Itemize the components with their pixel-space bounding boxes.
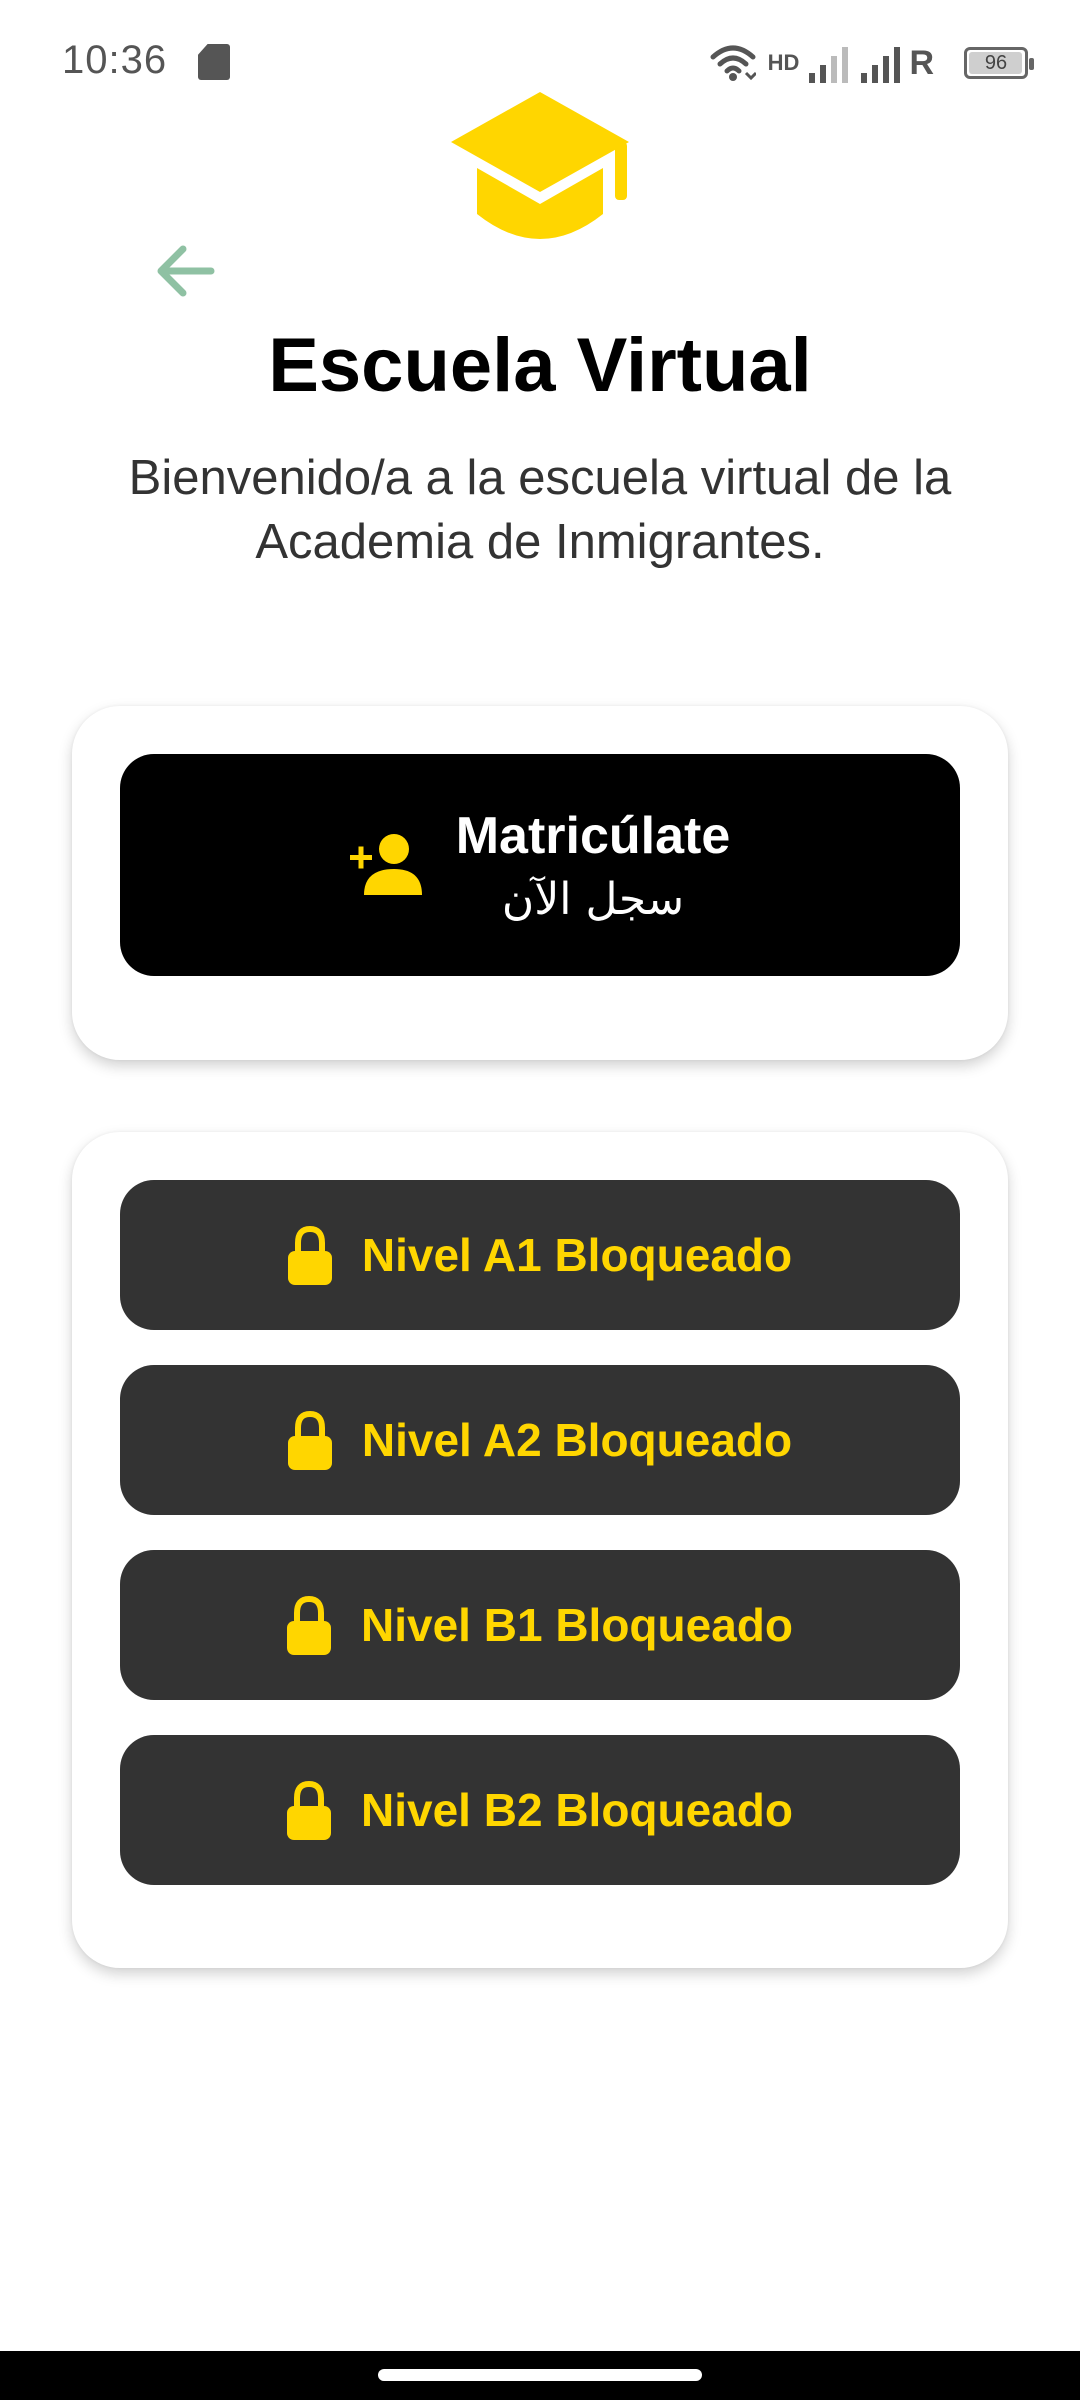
level-label: Nivel A1 Bloqueado bbox=[361, 1229, 793, 1281]
sd-card-icon bbox=[198, 44, 230, 80]
enroll-button[interactable]: Matricúlate سجل الآن bbox=[120, 754, 960, 976]
level-label: Nivel A2 Bloqueado bbox=[361, 1414, 793, 1466]
lock-icon bbox=[287, 1780, 332, 1840]
enroll-sublabel: سجل الآن bbox=[501, 873, 685, 925]
signal-icon-2 bbox=[861, 47, 901, 83]
navigation-bar bbox=[0, 2351, 1080, 2400]
signal-icon bbox=[809, 47, 849, 83]
home-indicator[interactable] bbox=[378, 2369, 702, 2381]
page-subtitle: Bienvenido/a a la escuela virtual de la … bbox=[128, 451, 952, 569]
levels-card: Nivel A1 Bloqueado Nivel A2 Bloqueado Ni… bbox=[72, 1132, 1008, 1968]
level-b2-button[interactable]: Nivel B2 Bloqueado bbox=[120, 1735, 960, 1885]
level-a2-button[interactable]: Nivel A2 Bloqueado bbox=[120, 1365, 960, 1515]
lock-icon bbox=[287, 1225, 332, 1285]
level-b1-button[interactable]: Nivel B1 Bloqueado bbox=[120, 1550, 960, 1700]
status-time: 10:36 bbox=[62, 38, 168, 82]
status-icons: HD R 96 bbox=[710, 40, 1034, 86]
level-label: Nivel B1 Bloqueado bbox=[361, 1599, 793, 1651]
enroll-texts: Matricúlate سجل الآن bbox=[456, 806, 731, 925]
app-screen: 10:36 HD R 96 Escuela Virtual Bienvenido… bbox=[0, 0, 1080, 2400]
battery-icon: 96 bbox=[964, 47, 1034, 79]
battery-level: 96 bbox=[984, 51, 1008, 74]
network-type-label: HD bbox=[767, 50, 800, 75]
level-a1-button[interactable]: Nivel A1 Bloqueado bbox=[120, 1180, 960, 1330]
graduation-cap-icon bbox=[451, 92, 629, 239]
page-title: Escuela Virtual bbox=[268, 323, 812, 408]
level-label: Nivel B2 Bloqueado bbox=[361, 1784, 793, 1836]
add-user-icon bbox=[349, 834, 422, 895]
back-button[interactable] bbox=[150, 238, 220, 304]
lock-icon bbox=[287, 1410, 332, 1470]
lock-icon bbox=[287, 1595, 332, 1655]
enroll-label: Matricúlate bbox=[455, 806, 731, 865]
wifi-icon bbox=[710, 45, 756, 81]
enroll-card: Matricúlate سجل الآن bbox=[72, 706, 1008, 1060]
arrow-left-icon bbox=[157, 245, 215, 297]
roaming-label: R bbox=[909, 43, 934, 82]
